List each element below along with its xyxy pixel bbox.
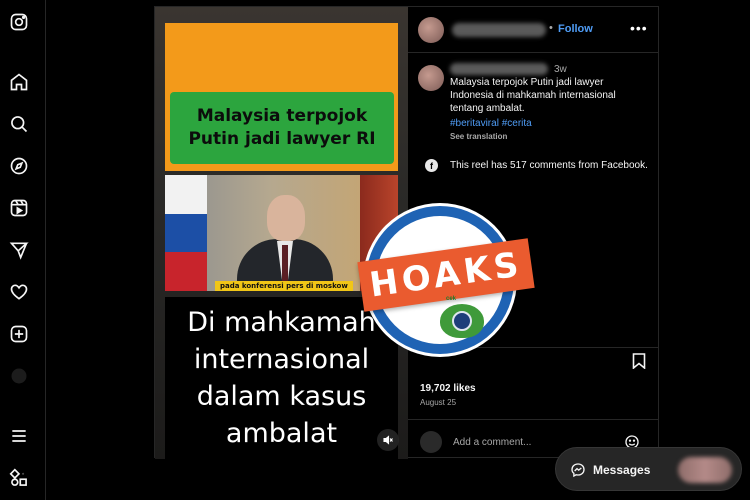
follow-button[interactable]: Follow — [558, 23, 593, 35]
more-apps-icon[interactable] — [9, 468, 29, 488]
reels-icon[interactable] — [9, 198, 29, 218]
explore-compass-icon[interactable] — [9, 156, 29, 176]
caption-author-avatar[interactable] — [418, 65, 444, 91]
post-hashtags[interactable]: #beritaviral #cerita — [450, 118, 532, 129]
follow-separator: • — [549, 22, 553, 34]
post-caption: Malaysia terpojok Putin jadi lawyer Indo… — [450, 77, 616, 114]
author-username-blurred[interactable] — [452, 23, 546, 37]
messenger-icon — [571, 463, 585, 478]
likes-count[interactable]: 19,702 likes — [420, 383, 476, 394]
video-subtitle-block: Di mahkamah internasional dalam kasus am… — [165, 297, 398, 459]
menu-hamburger-icon[interactable] — [9, 426, 29, 446]
instagram-screen: Malaysia terpojok Putin jadi lawyer RI p… — [0, 0, 750, 500]
messages-avatars-blurred — [678, 457, 732, 483]
notifications-heart-icon[interactable] — [9, 282, 29, 302]
more-options-icon[interactable]: ••• — [630, 20, 648, 36]
comment-input[interactable]: Add a comment... — [453, 437, 531, 448]
photo-caption-strip: pada konferensi pers di moskow — [215, 281, 353, 291]
messages-send-icon[interactable] — [9, 240, 29, 260]
mute-button[interactable] — [377, 429, 399, 451]
post-time-ago: 3w — [554, 64, 567, 75]
messages-label: Messages — [593, 463, 651, 477]
fact-check-logo-icon — [440, 304, 484, 338]
russian-flag — [165, 175, 207, 291]
author-avatar[interactable] — [418, 17, 444, 43]
see-translation-link[interactable]: See translation — [450, 132, 507, 141]
caption-username-blurred[interactable] — [450, 63, 548, 75]
home-icon[interactable] — [9, 72, 29, 92]
facebook-icon: f — [425, 159, 438, 172]
speaker-figure — [237, 191, 333, 291]
search-icon[interactable] — [9, 114, 29, 134]
profile-avatar-icon[interactable] — [9, 366, 29, 386]
stamp-logo-text: cek — [446, 296, 457, 302]
left-nav-rail — [0, 0, 46, 500]
facebook-comments-note: f This reel has 517 comments from Facebo… — [425, 159, 648, 172]
hoaks-stamp: HOAKS cek — [357, 206, 535, 354]
video-headline-text: Malaysia terpojok Putin jadi lawyer RI — [188, 106, 376, 149]
video-headline-box: Malaysia terpojok Putin jadi lawyer RI — [170, 92, 394, 164]
post-header: • Follow ••• — [408, 7, 658, 53]
facebook-comments-text: This reel has 517 comments from Facebook… — [450, 160, 648, 171]
instagram-logo-icon[interactable] — [9, 12, 29, 32]
post-date: August 25 — [420, 398, 457, 407]
messages-pill[interactable]: Messages — [555, 447, 742, 491]
video-subtitle-text: Di mahkamah internasional dalam kasus am… — [187, 307, 376, 449]
viewer-avatar — [420, 431, 442, 453]
create-plus-icon[interactable] — [9, 324, 29, 344]
speaker-muted-icon — [383, 435, 393, 445]
bookmark-icon[interactable] — [632, 353, 646, 369]
